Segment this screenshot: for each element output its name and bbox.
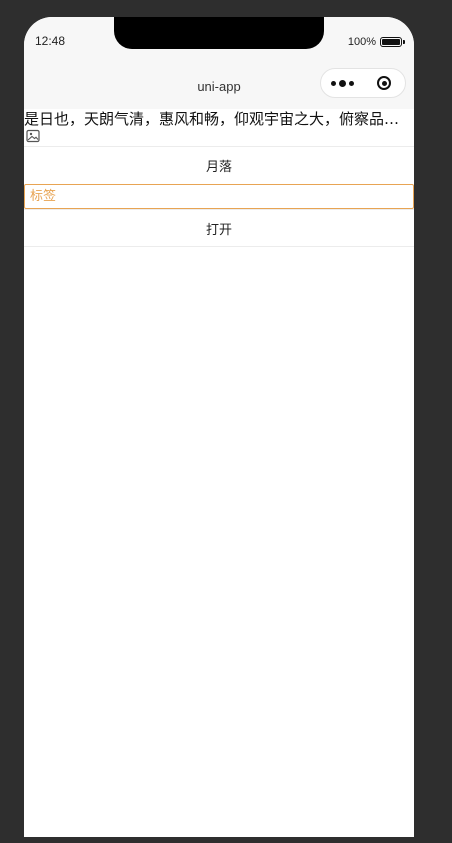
more-dot-icon — [330, 80, 336, 86]
image-placeholder-icon — [26, 129, 40, 143]
long-text: 是日也，天朗气清，惠风和畅，仰观宇宙之大，俯察品类之盛 — [24, 110, 414, 128]
tag-input[interactable] — [24, 184, 414, 209]
notch — [114, 17, 324, 49]
screen-background: 12:48 100% uni-app 是日也，天朗气清，惠风和畅，仰观宇宙之大，… — [0, 0, 452, 843]
moon-button[interactable]: 月落 — [24, 146, 414, 184]
navigation-bar: uni-app — [24, 65, 414, 109]
close-mini-program-button[interactable] — [364, 76, 405, 90]
more-dot-icon — [338, 79, 346, 87]
status-time: 12:48 — [35, 34, 66, 48]
battery-indicator: 100% — [347, 36, 405, 48]
status-bar: 12:48 100% — [24, 17, 414, 65]
page-content: 是日也，天朗气清，惠风和畅，仰观宇宙之大，俯察品类之盛 月落 打开 — [24, 109, 414, 247]
target-icon — [377, 76, 392, 90]
more-dot-icon — [348, 80, 354, 86]
open-button[interactable]: 打开 — [24, 209, 414, 247]
more-button[interactable] — [321, 79, 364, 87]
target-icon-center — [381, 80, 387, 86]
battery-percent: 100% — [347, 36, 376, 48]
phone-frame: 12:48 100% uni-app 是日也，天朗气清，惠风和畅，仰观宇宙之大，… — [24, 17, 414, 837]
battery-fill — [382, 39, 400, 45]
battery-icon — [380, 37, 405, 47]
menu-capsule — [320, 68, 406, 98]
